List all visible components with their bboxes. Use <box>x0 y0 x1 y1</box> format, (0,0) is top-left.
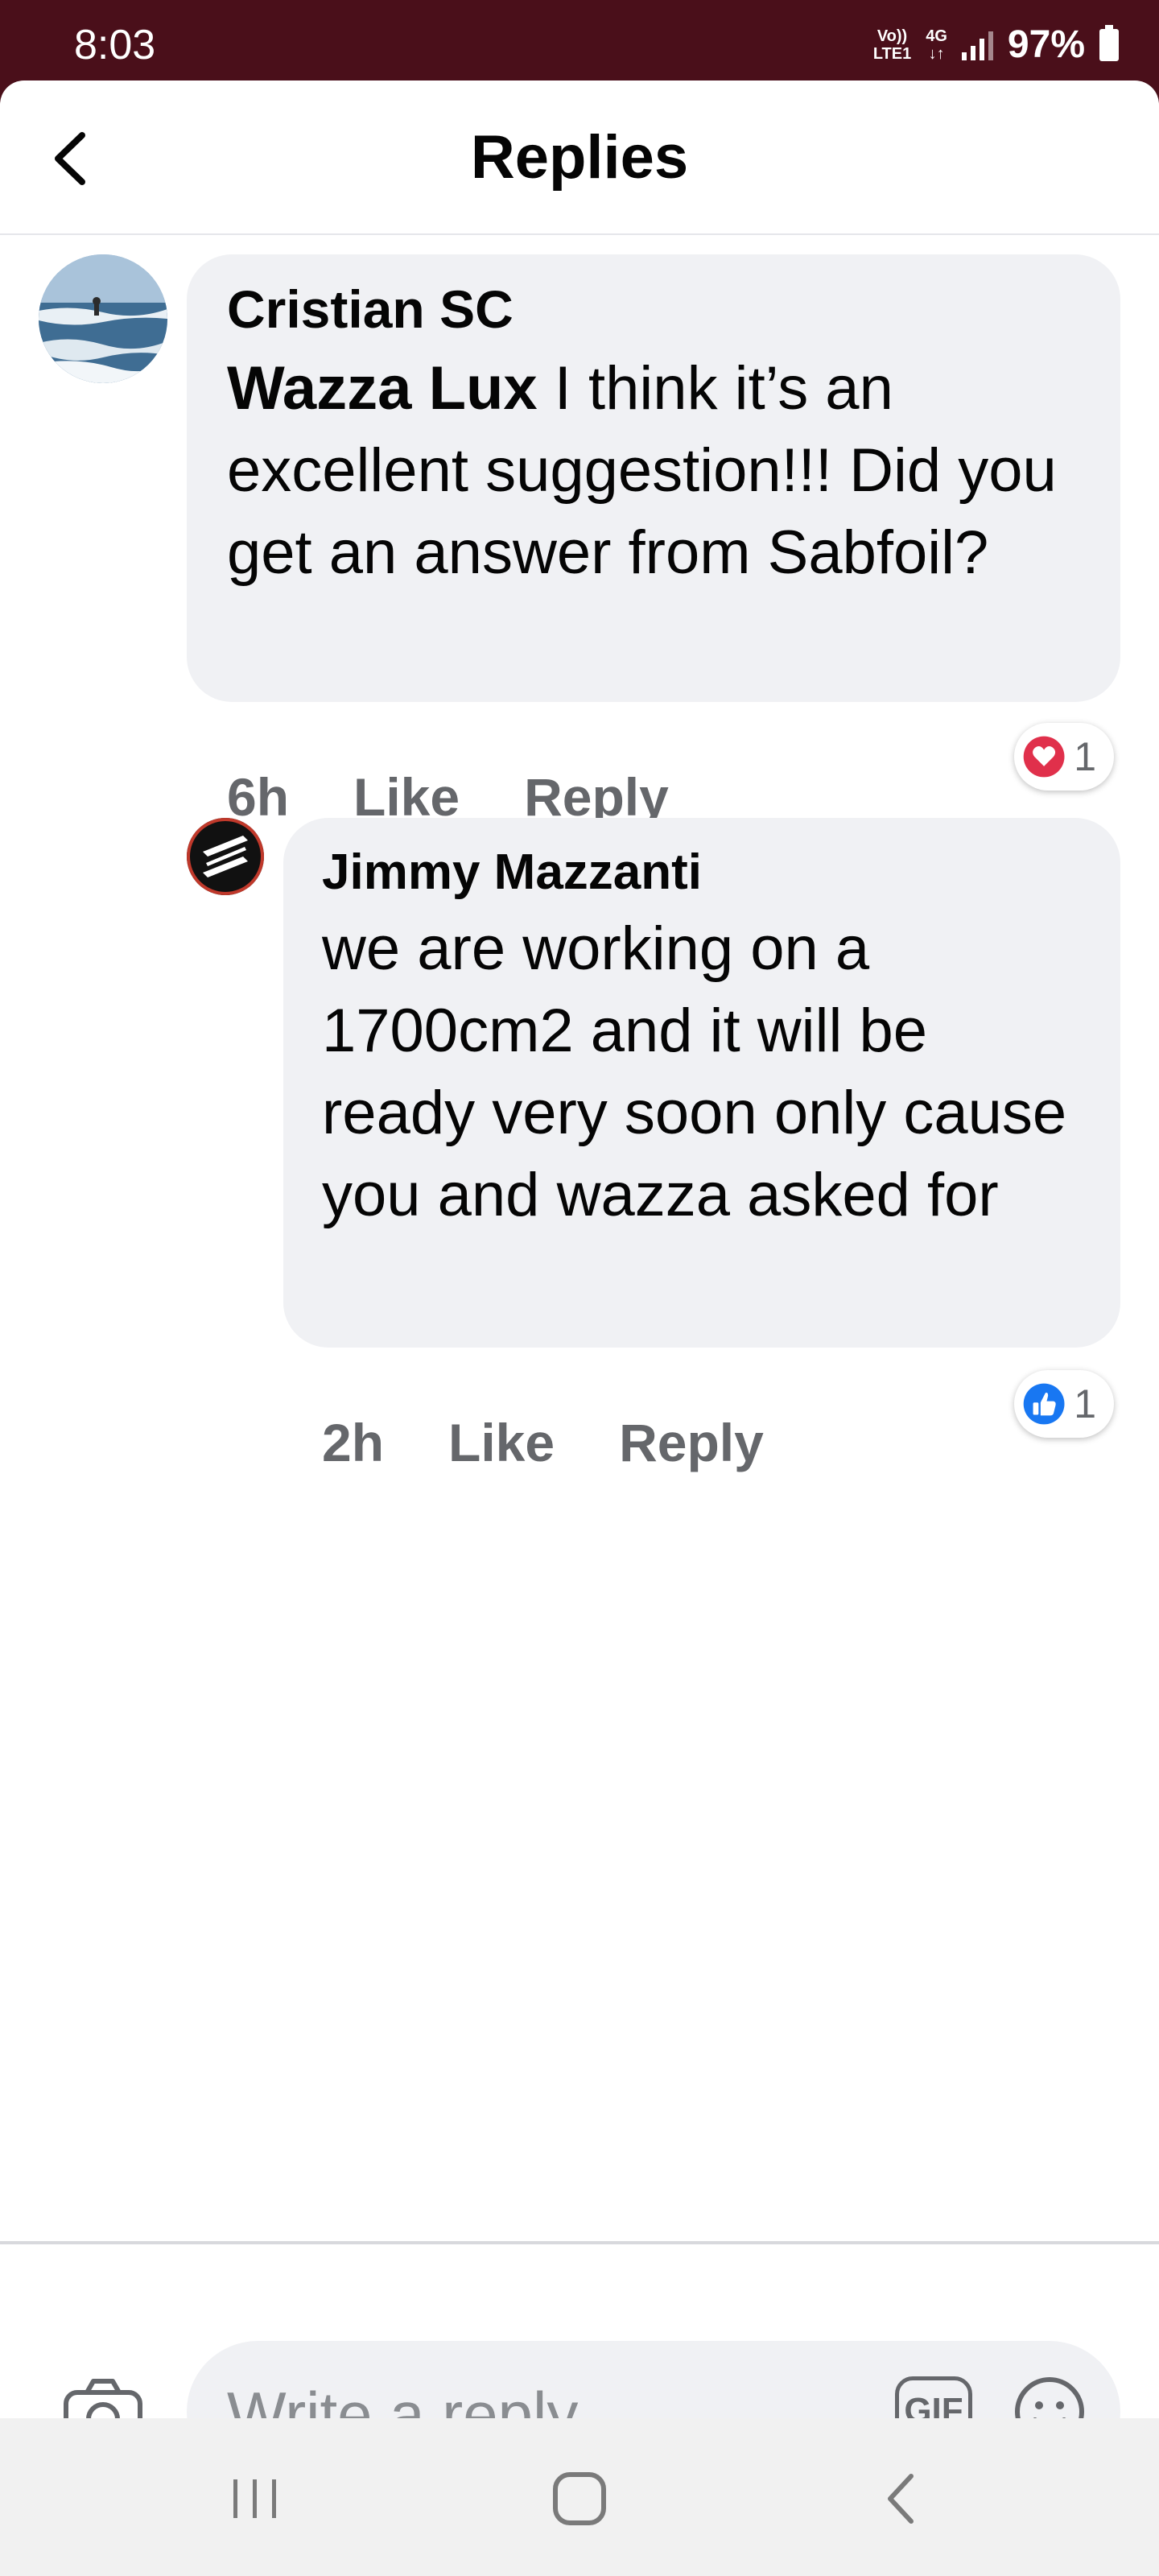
status-icons: Vo)) LTE1 4G ↓↑ 97% <box>873 23 1119 67</box>
avatar[interactable] <box>185 816 266 897</box>
thumbs-up-reaction-icon <box>1023 1383 1065 1425</box>
comment-author[interactable]: Cristian SC <box>227 279 514 340</box>
data-arrows-icon: ↓↑ <box>928 44 945 63</box>
network-type-indicator: 4G ↓↑ <box>926 27 947 63</box>
like-button[interactable]: Like <box>448 1412 555 1473</box>
reaction-count: 1 <box>1074 1381 1096 1426</box>
recent-apps-icon <box>233 2479 276 2518</box>
comment-actions: 2h Like Reply <box>322 1412 764 1473</box>
home-icon <box>553 2472 606 2525</box>
volte-indicator: Vo)) LTE1 <box>872 27 912 63</box>
replies-screen: Replies Cristian SC Wazza Lux I think it… <box>0 80 1159 2483</box>
page-title: Replies <box>470 123 689 192</box>
reaction-count: 1 <box>1074 734 1096 779</box>
composer-divider <box>0 2241 1159 2244</box>
home-button[interactable] <box>547 2467 612 2531</box>
comment-timestamp[interactable]: 2h <box>322 1412 384 1473</box>
status-bar: 8:03 Vo)) LTE1 4G ↓↑ 97% <box>0 0 1159 80</box>
surf-photo-avatar-icon <box>39 254 167 383</box>
heart-reaction-icon <box>1023 736 1065 778</box>
status-time: 8:03 <box>74 22 156 68</box>
system-back-button[interactable] <box>869 2467 934 2531</box>
comment-author[interactable]: Jimmy Mazzanti <box>322 844 702 901</box>
battery-percentage: 97% <box>1007 23 1085 66</box>
reply-button[interactable]: Reply <box>619 1412 764 1473</box>
signal-icon <box>961 30 993 60</box>
header: Replies <box>0 80 1159 235</box>
avatar[interactable] <box>39 254 167 383</box>
battery-icon <box>1099 24 1119 61</box>
mention-link[interactable]: Wazza Lux <box>227 354 538 423</box>
comment-text: Wazza Lux I think it’s an excellent sugg… <box>227 348 1096 594</box>
back-arrow-icon <box>888 2474 914 2524</box>
reaction-summary[interactable]: 1 <box>1014 1370 1114 1438</box>
brand-logo-avatar-icon <box>187 818 264 895</box>
system-nav-bar <box>0 2418 1159 2576</box>
reaction-summary[interactable]: 1 <box>1014 723 1114 791</box>
comment-text: we are working on a 1700cm2 and it will … <box>322 914 1067 1229</box>
recent-apps-button[interactable] <box>222 2467 287 2531</box>
